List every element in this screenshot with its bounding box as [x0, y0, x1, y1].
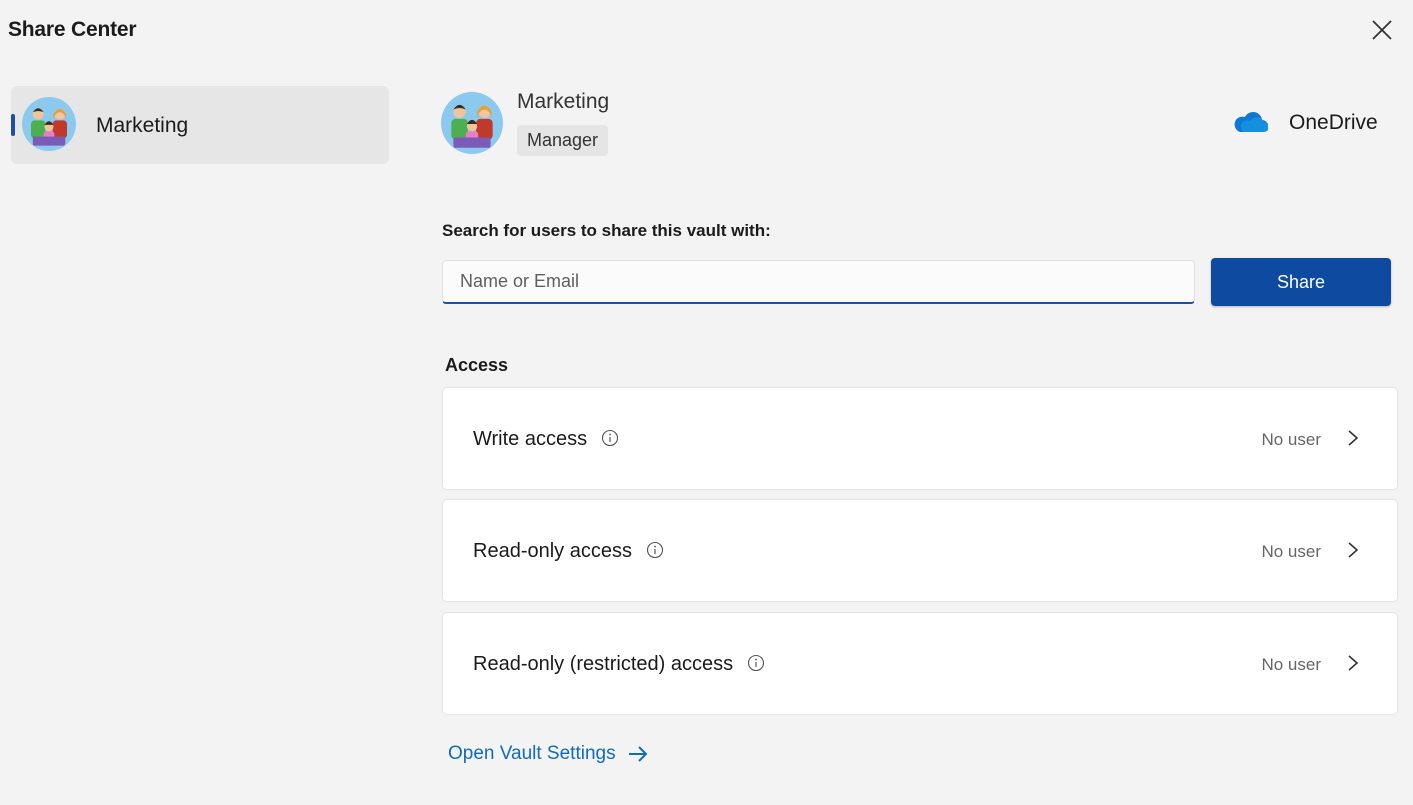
selection-indicator — [11, 114, 15, 136]
access-item-label: Read-only (restricted) access — [473, 653, 734, 675]
vault-name: Marketing — [517, 90, 610, 113]
access-item-read-only[interactable]: Read-only access No user — [442, 499, 1398, 602]
access-item-status: No user — [1261, 542, 1321, 561]
search-label: Search for users to share this vault wit… — [442, 221, 771, 240]
page-title: Share Center — [8, 18, 137, 41]
access-item-label: Write access — [473, 428, 588, 450]
share-button[interactable]: Share — [1211, 258, 1391, 306]
access-item-write[interactable]: Write access No user — [442, 387, 1398, 490]
access-heading: Access — [445, 355, 509, 375]
chevron-right-icon — [1348, 655, 1359, 671]
arrow-right-icon — [628, 746, 648, 762]
access-item-label-wrap: Write access — [473, 428, 619, 451]
group-avatar-icon — [441, 92, 503, 154]
search-input[interactable] — [442, 260, 1195, 304]
chevron-right-icon — [1348, 430, 1359, 446]
close-button[interactable] — [1364, 12, 1400, 48]
role-badge: Manager — [517, 125, 609, 156]
info-icon[interactable] — [601, 429, 619, 447]
sidebar-item-marketing[interactable]: Marketing — [11, 86, 389, 164]
group-avatar-icon — [22, 97, 76, 151]
access-item-label-wrap: Read-only access — [473, 540, 664, 563]
info-icon[interactable] — [646, 541, 664, 559]
open-vault-settings-link[interactable]: Open Vault Settings — [448, 743, 648, 765]
sidebar-item-label: Marketing — [96, 114, 189, 137]
access-item-status: No user — [1261, 430, 1321, 449]
access-item-read-only-restricted[interactable]: Read-only (restricted) access No user — [442, 612, 1398, 715]
access-item-label-wrap: Read-only (restricted) access — [473, 653, 765, 676]
cloud-provider-label: OneDrive — [1289, 111, 1378, 134]
info-icon[interactable] — [747, 654, 765, 672]
chevron-right-icon — [1348, 542, 1359, 558]
onedrive-cloud-icon — [1234, 112, 1268, 132]
access-item-status: No user — [1261, 655, 1321, 674]
close-icon[interactable] — [1371, 19, 1393, 41]
settings-link-label: Open Vault Settings — [448, 743, 616, 764]
access-item-label: Read-only access — [473, 540, 632, 562]
